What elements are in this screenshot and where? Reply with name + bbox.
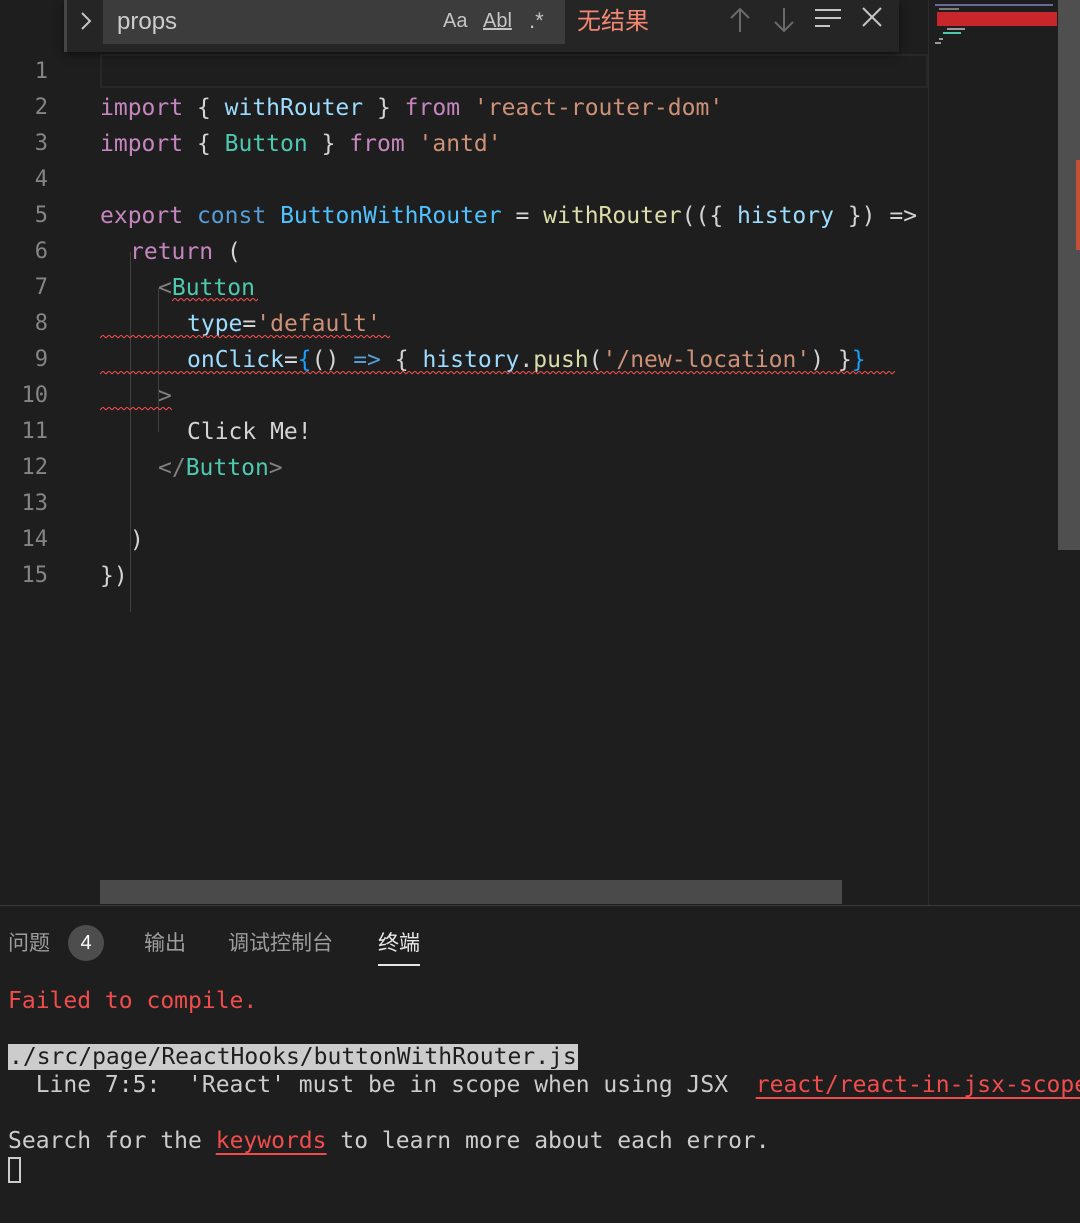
find-widget: props Aa Abl .* 无结果 — [64, 0, 899, 52]
line-number: 13 — [21, 491, 49, 516]
tab-output[interactable]: 输出 — [144, 924, 186, 964]
terminal-cursor — [8, 1157, 21, 1183]
error-squiggle — [100, 407, 172, 412]
line-number: 7 — [34, 275, 48, 300]
toggle-replace-chevron-icon[interactable] — [75, 10, 97, 40]
code-line-14: ) — [130, 527, 144, 553]
minimap[interactable] — [928, 0, 1059, 905]
close-icon[interactable] — [855, 6, 889, 38]
scrollbar-error-marker — [1076, 160, 1080, 250]
code-line-15: }) — [100, 563, 128, 589]
find-query: props — [117, 8, 178, 35]
error-squiggle — [172, 298, 258, 303]
code-line-5: export const ButtonWithRouter = withRout… — [100, 203, 918, 229]
tab-problems[interactable]: 问题 — [8, 924, 50, 964]
tab-debug-console[interactable]: 调试控制台 — [228, 924, 333, 964]
line-number: 14 — [21, 527, 49, 552]
keywords-link[interactable]: keywords — [216, 1128, 327, 1154]
minimap-preview — [935, 4, 1057, 44]
error-detail-line: Line 7:5: 'React' must be in scope when … — [8, 1070, 1080, 1100]
line-number: 1 — [34, 59, 48, 84]
rule-link[interactable]: react/react-in-jsx-scope — [756, 1072, 1080, 1098]
keyword: import — [100, 95, 184, 121]
line-number: 9 — [34, 347, 48, 372]
line-number: 2 — [34, 95, 48, 120]
error-squiggle — [100, 371, 895, 376]
vertical-scrollbar-thumb[interactable] — [1058, 0, 1080, 550]
error-file-path: ./src/page/ReactHooks/buttonWithRouter.j… — [8, 1044, 578, 1070]
code-line-12: </Button> — [158, 455, 283, 481]
line-number: 15 — [21, 563, 49, 588]
error-squiggle — [100, 335, 390, 340]
editor[interactable]: 1 2 3 4 5 6 7 8 9 10 11 12 13 14 15 import { withRoute… — [0, 0, 1080, 905]
line-number: 11 — [21, 419, 49, 444]
line-number: 6 — [34, 239, 48, 264]
line-number: 12 — [21, 455, 49, 480]
regex-icon[interactable]: .* — [529, 6, 544, 36]
horizontal-scrollbar-thumb[interactable] — [100, 880, 842, 904]
code-line-6: return ( — [130, 239, 241, 265]
search-hint-line: Search for the keywords to learn more ab… — [8, 1128, 770, 1154]
line-number: 10 — [21, 383, 49, 408]
next-match-arrow-down-icon[interactable] — [767, 6, 801, 38]
line-number: 3 — [34, 131, 48, 156]
line-number: 4 — [34, 167, 48, 192]
previous-match-arrow-up-icon[interactable] — [723, 6, 757, 38]
find-input[interactable]: props Aa Abl .* — [103, 0, 565, 44]
problem-count-badge: 4 — [68, 925, 104, 961]
code-line-3: import { Button } from 'antd' — [100, 131, 502, 157]
bottom-panel: 问题 4 输出 调试控制台 终端 Failed to compile. ./sr… — [0, 905, 1080, 1223]
code-line-2: import { withRouter } from 'react-router… — [100, 95, 724, 121]
line-number: 8 — [34, 311, 48, 336]
code-line-11: Click Me! — [187, 419, 312, 445]
tab-terminal[interactable]: 终端 — [378, 924, 420, 966]
error-file-path-line: ./src/page/ReactHooks/buttonWithRouter.j… — [8, 1042, 578, 1072]
whole-word-icon[interactable]: Abl — [483, 6, 512, 36]
compile-error-heading: Failed to compile. — [8, 988, 258, 1014]
line-number: 5 — [34, 203, 48, 228]
match-case-icon[interactable]: Aa — [443, 6, 467, 36]
indent-guide — [130, 252, 131, 612]
find-in-selection-icon[interactable] — [811, 6, 845, 38]
code-area[interactable]: import { withRouter } from 'react-router… — [100, 54, 928, 880]
find-result-text: 无结果 — [577, 8, 649, 35]
